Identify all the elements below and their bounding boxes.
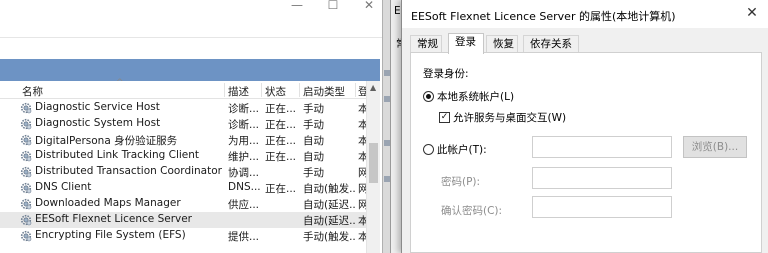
column-divider[interactable] — [299, 83, 300, 97]
service-row[interactable]: DNS Client DNS... 正在... 自动(触发... 网 — [0, 180, 368, 196]
service-name: Encrypting File System (EFS) — [35, 229, 186, 241]
service-startup-type: 手动(触发... — [303, 231, 355, 243]
properties-dialog: EESoft Flexnet Licence Server 的属性(本地计算机)… — [401, 0, 768, 253]
confirm-password-field[interactable] — [532, 196, 672, 218]
minimize-button[interactable]: — — [290, 0, 304, 12]
account-field[interactable] — [532, 136, 672, 158]
service-description: 诊断... — [228, 119, 260, 131]
service-startup-type: 自动 — [303, 135, 324, 147]
confirm-password-label: 确认密码(C): — [441, 205, 503, 217]
service-startup-type: 手动 — [303, 119, 324, 131]
scroll-up-icon[interactable]: ▲ — [370, 83, 376, 92]
service-row[interactable]: Downloaded Maps Manager 供应... 自动(延迟... 网 — [0, 196, 368, 212]
service-description: 维护... — [228, 151, 260, 163]
gear-icon — [20, 102, 32, 114]
close-button[interactable]: ✕ — [362, 0, 376, 12]
service-description: 提供... — [228, 231, 260, 243]
service-startup-type: 自动(延迟... — [303, 199, 355, 211]
window-gap — [382, 0, 390, 253]
gear-icon — [20, 230, 32, 242]
service-name: Distributed Link Tracking Client — [35, 149, 200, 161]
service-startup-type: 自动 — [303, 151, 324, 163]
service-description: 诊断... — [228, 103, 260, 115]
service-row[interactable]: Distributed Transaction Coordinator 协调...… — [0, 164, 368, 180]
service-row[interactable]: DigitalPersona 身份验证服务 为用... 正在... 自动本 — [0, 132, 368, 148]
column-header: ^ 名称 描述 状态 启动类型 登 — [0, 78, 369, 99]
service-description: 供应... — [228, 199, 260, 211]
dialog-title: EESoft Flexnet Licence Server 的属性(本地计算机) — [411, 10, 676, 23]
service-name: DNS Client — [35, 181, 92, 193]
column-divider[interactable] — [261, 83, 262, 97]
this-account-label[interactable]: 此帐户(T): — [437, 142, 487, 157]
column-divider[interactable] — [224, 83, 225, 97]
service-status: 正在... — [265, 119, 297, 131]
gear-icon — [20, 118, 32, 130]
service-row[interactable]: Diagnostic System Host 诊断... 正在... 手动本 — [0, 116, 368, 132]
scrollbar-thumb[interactable] — [369, 143, 378, 183]
service-startup-type: 手动 — [303, 103, 324, 115]
service-name: Downloaded Maps Manager — [35, 197, 181, 209]
service-startup-type: 手动 — [303, 167, 324, 179]
logon-as-label: 登录身份: — [423, 68, 469, 80]
gear-icon — [20, 166, 32, 178]
column-description[interactable]: 描述 — [228, 84, 249, 99]
local-system-label[interactable]: 本地系统帐户(L) — [437, 89, 514, 104]
password-label: 密码(P): — [441, 176, 481, 188]
this-account-radio[interactable] — [423, 144, 434, 155]
service-startup-type: 自动(延迟... — [303, 215, 355, 227]
vertical-scrollbar[interactable]: ▲ — [366, 81, 380, 253]
services-list: Diagnostic Service Host 诊断... 正在... 手动本 Diag… — [0, 100, 368, 244]
column-startup-type[interactable]: 启动类型 — [303, 84, 345, 99]
service-name: EESoft Flexnet Licence Server — [35, 213, 192, 225]
maximize-button[interactable]: ☐ — [326, 0, 340, 12]
service-row[interactable]: Encrypting File System (EFS) 提供... 手动(触发..… — [0, 228, 368, 244]
tab-logon[interactable]: 登录 — [448, 33, 484, 54]
service-name: Diagnostic System Host — [35, 117, 161, 129]
local-system-radio[interactable] — [423, 91, 434, 102]
service-description: 为用... — [228, 135, 260, 147]
service-row[interactable]: EESoft Flexnet Licence Server 自动(延迟... 本 — [0, 212, 368, 228]
close-icon[interactable]: ✕ — [744, 5, 760, 21]
password-field[interactable] — [532, 167, 672, 189]
service-status: 正在... — [265, 151, 297, 163]
service-row[interactable]: Distributed Link Tracking Client 维护... 正在.… — [0, 148, 368, 164]
interact-desktop-label[interactable]: 允许服务与桌面交互(W) — [453, 110, 566, 125]
logon-tab-panel: 登录身份: 本地系统帐户(L) ✓ 允许服务与桌面交互(W) 此帐户(T): 浏… — [410, 52, 762, 253]
toolbar-area — [0, 12, 382, 38]
gear-icon — [20, 182, 32, 194]
tab-dependencies[interactable]: 依存关系 — [523, 35, 579, 53]
gear-icon — [20, 150, 32, 162]
gear-icon — [20, 214, 32, 226]
service-status: 正在... — [265, 135, 297, 147]
service-startup-type: 自动(触发... — [303, 183, 355, 195]
services-header-band — [0, 59, 380, 81]
gear-icon — [20, 198, 32, 210]
gear-icon — [20, 134, 32, 146]
service-name: Distributed Transaction Coordinator — [35, 165, 222, 177]
dialog-titlebar[interactable]: EESoft Flexnet Licence Server 的属性(本地计算机)… — [402, 0, 768, 28]
column-status[interactable]: 状态 — [265, 84, 286, 99]
service-name: DigitalPersona 身份验证服务 — [35, 135, 178, 147]
tab-general[interactable]: 常规 — [410, 35, 442, 53]
column-divider[interactable] — [355, 83, 356, 97]
service-status: 正在... — [265, 103, 297, 115]
service-row[interactable]: Diagnostic Service Host 诊断... 正在... 手动本 — [0, 100, 368, 116]
interact-desktop-checkbox[interactable]: ✓ — [439, 112, 450, 123]
browse-button[interactable]: 浏览(B)... — [683, 136, 747, 158]
services-window: — ☐ ✕ ^ 名称 描述 状态 启动类型 登 Diagnostic Servi… — [0, 0, 382, 253]
service-status: 正在... — [265, 183, 297, 195]
service-description: DNS... — [228, 181, 261, 193]
sort-ascending-icon: ^ — [116, 78, 124, 88]
service-description: 协调... — [228, 167, 260, 179]
tab-recovery[interactable]: 恢复 — [486, 35, 518, 53]
service-name: Diagnostic Service Host — [35, 101, 160, 113]
column-name[interactable]: 名称 — [22, 84, 43, 99]
